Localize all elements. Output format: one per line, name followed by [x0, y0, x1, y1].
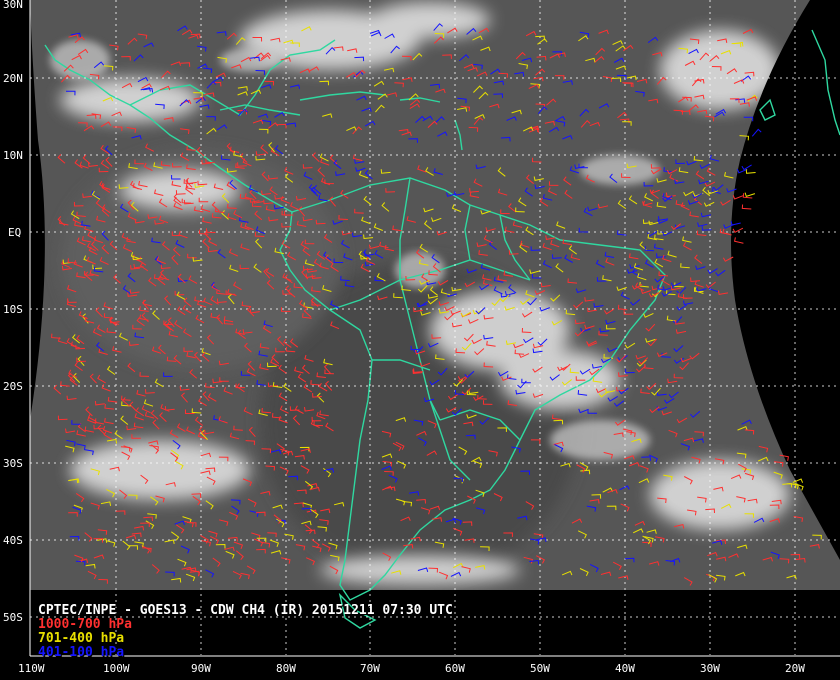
- lon-label: 60W: [445, 662, 465, 675]
- lon-label: 30W: [700, 662, 720, 675]
- legend-entry-high: 401-100 hPa: [38, 645, 125, 660]
- lat-label: 10S: [3, 303, 23, 316]
- lat-label: 50S: [3, 611, 23, 624]
- lat-label: 10N: [3, 149, 23, 162]
- map-title: CPTEC/INPE - GOES13 - CDW CH4 (IR) 20151…: [38, 603, 453, 618]
- legend-entry-mid: 701-400 hPa: [38, 631, 125, 646]
- lon-label: 70W: [360, 662, 380, 675]
- legend-entry-low: 1000-700 hPa: [38, 617, 132, 632]
- lat-label: 20S: [3, 380, 23, 393]
- lon-label: 40W: [615, 662, 635, 675]
- satellite-wind-map: 30N 20N 10N EQ 10S 20S 30S 40S 50S 110W …: [0, 0, 840, 680]
- lat-label: EQ: [8, 226, 21, 239]
- lon-label: 20W: [785, 662, 805, 675]
- lat-label: 20N: [3, 72, 23, 85]
- lon-label: 110W: [18, 662, 45, 675]
- lon-label: 100W: [103, 662, 130, 675]
- lon-label: 80W: [276, 662, 296, 675]
- lon-label: 90W: [191, 662, 211, 675]
- lat-label: 30N: [3, 0, 23, 11]
- lon-label: 50W: [530, 662, 550, 675]
- lat-label: 40S: [3, 534, 23, 547]
- lat-label: 30S: [3, 457, 23, 470]
